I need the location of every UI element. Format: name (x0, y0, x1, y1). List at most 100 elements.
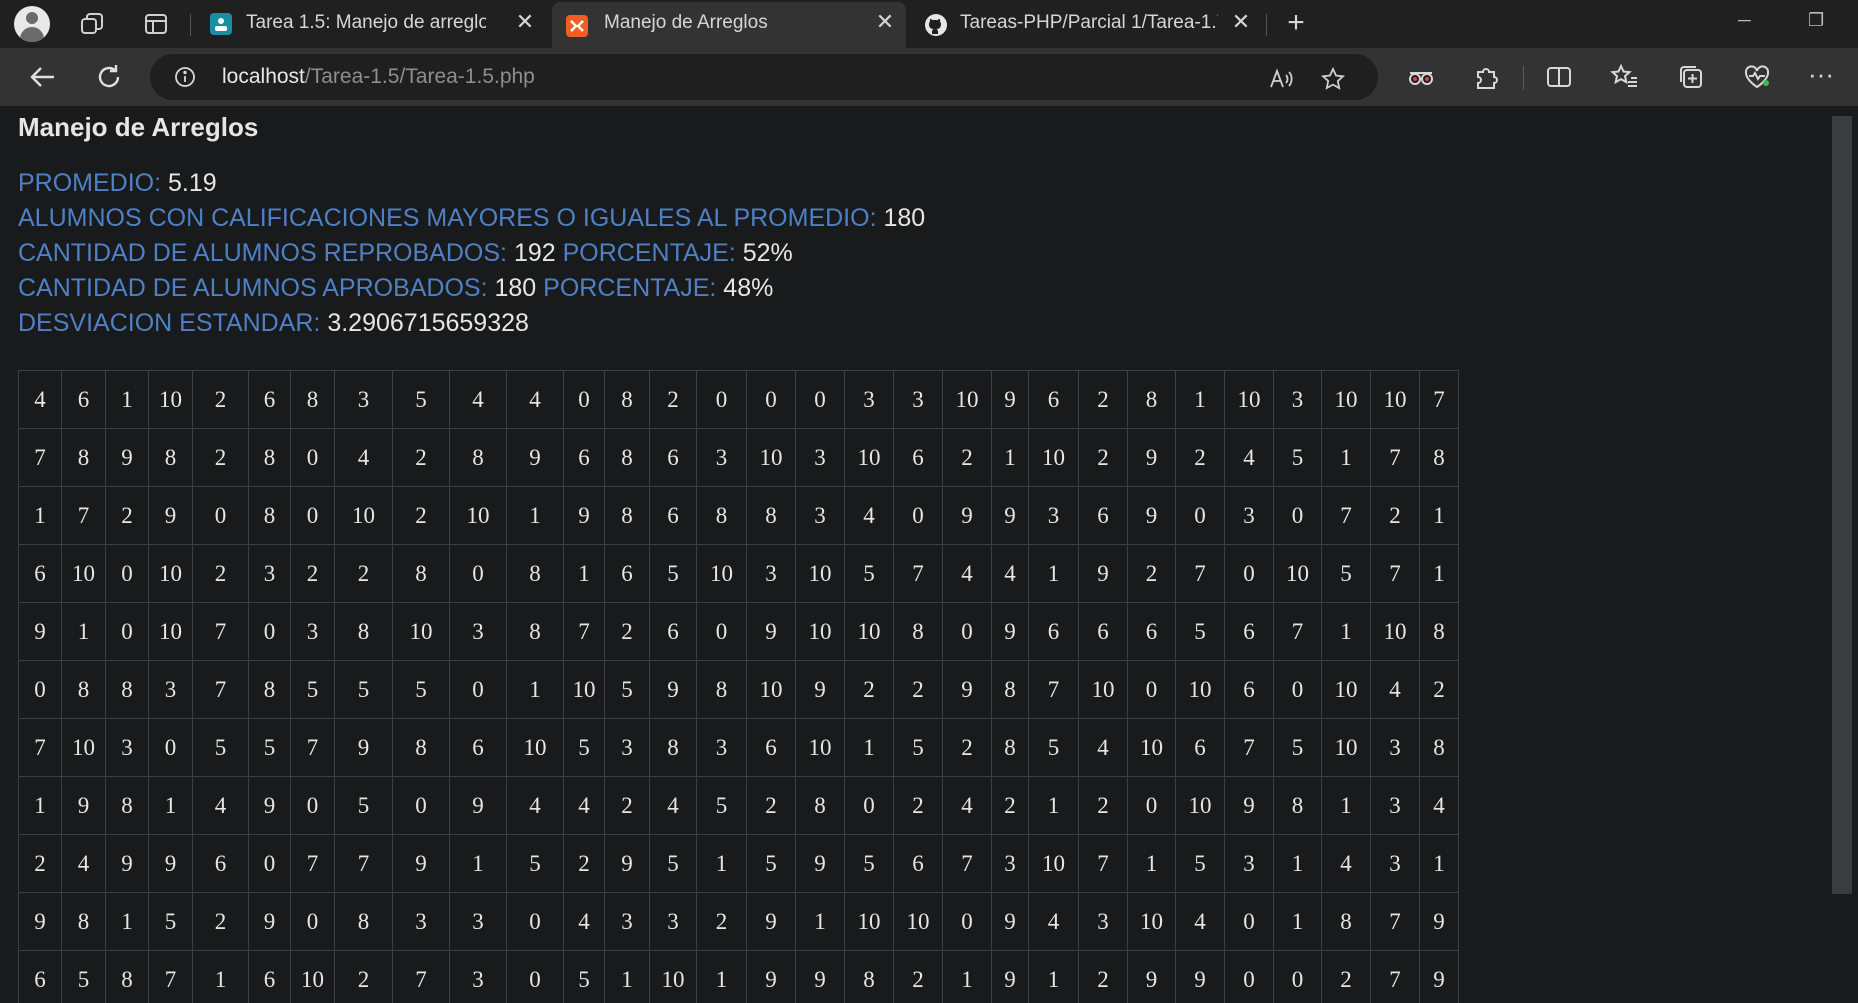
grade-cell: 6 (649, 486, 697, 545)
grade-cell: 5 (1028, 718, 1079, 777)
grade-cell: 1 (1419, 486, 1459, 545)
grade-cell: 0 (1224, 950, 1274, 1003)
restore-icon[interactable]: ❐ (1808, 10, 1824, 31)
grade-cell: 8 (105, 660, 149, 719)
tab-classroom[interactable]: Tarea 1.5: Manejo de arreglos. ✕ (196, 0, 546, 48)
favorites-icon[interactable] (1610, 62, 1640, 92)
split-screen-icon[interactable] (1544, 62, 1574, 92)
grade-cell: 9 (746, 602, 796, 661)
grade-cell: 4 (1028, 892, 1079, 951)
read-aloud-icon[interactable] (1268, 66, 1294, 92)
grade-cell: 8 (334, 602, 393, 661)
grade-cell: 2 (334, 950, 393, 1003)
tab-manejo-arreglos[interactable]: Manejo de Arreglos ✕ (552, 2, 906, 48)
grade-cell: 5 (649, 544, 697, 603)
url-text[interactable]: localhost/Tarea-1.5/Tarea-1.5.php (222, 65, 535, 89)
tab-title: Manejo de Arreglos (604, 12, 768, 33)
tab-github[interactable]: Tareas-PHP/Parcial 1/Tarea-1.7/st ✕ (910, 0, 1266, 48)
grade-cell: 2 (1321, 950, 1371, 1003)
grade-cell: 1 (1321, 602, 1371, 661)
grade-cell: 10 (334, 486, 393, 545)
address-bar[interactable]: localhost/Tarea-1.5/Tarea-1.5.php (150, 54, 1378, 100)
more-options-icon[interactable]: ··· (1808, 61, 1838, 92)
grade-cell: 9 (248, 776, 291, 835)
grade-cell: 1 (1127, 834, 1176, 893)
close-tab-icon[interactable]: ✕ (514, 11, 536, 33)
grade-cell: 9 (991, 892, 1029, 951)
grade-cell: 5 (334, 660, 393, 719)
browser-essentials-icon[interactable] (1742, 62, 1772, 92)
grade-cell: 0 (506, 950, 564, 1003)
grade-cell: 8 (248, 660, 291, 719)
grade-cell: 1 (604, 950, 650, 1003)
grade-cell: 3 (844, 370, 894, 429)
grade-cell: 3 (392, 892, 450, 951)
url-host: localhost (222, 65, 305, 88)
grade-cell: 2 (893, 950, 943, 1003)
grade-cell: 1 (506, 660, 564, 719)
grade-cell: 3 (1370, 718, 1420, 777)
grade-cell: 4 (61, 834, 106, 893)
table-row: 6 5 8 7 1 6 10 2 7 3 0 5 1 10 1 9 9 8 2 1 9 1 2 9 9 0 0 2 7 9 (18, 950, 1459, 1003)
grade-cell: 10 (649, 950, 697, 1003)
refresh-icon[interactable] (92, 60, 126, 94)
profile-avatar-icon[interactable] (14, 6, 50, 42)
grade-cell: 2 (1078, 428, 1128, 487)
site-info-icon[interactable] (174, 66, 196, 88)
grade-cell: 2 (1078, 950, 1128, 1003)
grade-cell: 5 (844, 834, 894, 893)
reprobados-line: CANTIDAD DE ALUMNOS REPROBADOS: 192 PORC… (18, 236, 925, 271)
grade-cell: 10 (746, 428, 796, 487)
mayores-value: 180 (883, 204, 926, 232)
grade-cell: 9 (1419, 892, 1459, 951)
grade-cell: 7 (148, 950, 193, 1003)
grade-cell: 4 (1370, 660, 1420, 719)
favorite-star-icon[interactable] (1320, 66, 1346, 92)
aprobados-line: CANTIDAD DE ALUMNOS APROBADOS: 180 PORCE… (18, 271, 925, 306)
grade-cell: 1 (795, 892, 845, 951)
minimize-icon[interactable]: ─ (1738, 10, 1751, 31)
grade-cell: 3 (148, 660, 193, 719)
grade-cell: 2 (649, 370, 697, 429)
back-icon[interactable] (26, 60, 60, 94)
grade-cell: 8 (991, 660, 1029, 719)
grade-cell: 2 (746, 776, 796, 835)
grade-cell: 0 (290, 428, 335, 487)
grade-cell: 3 (795, 428, 845, 487)
grade-cell: 5 (290, 660, 335, 719)
grade-cell: 10 (1078, 660, 1128, 719)
grade-cell: 5 (506, 834, 564, 893)
grade-cell: 9 (795, 834, 845, 893)
grade-cell: 0 (18, 660, 62, 719)
table-row: 1 7 2 9 0 8 0 10 2 10 1 9 8 6 8 8 3 4 0 9 9 3 6 9 0 3 0 7 2 1 (18, 486, 1459, 545)
grade-cell: 7 (1175, 544, 1225, 603)
grade-cell: 7 (1273, 602, 1322, 661)
grade-cell: 4 (449, 370, 507, 429)
reprobados-pct-label: PORCENTAJE: (562, 239, 736, 267)
grade-cell: 2 (893, 660, 943, 719)
grade-cell: 10 (844, 428, 894, 487)
reprobados-pct-value: 52% (742, 239, 793, 267)
workspaces-icon[interactable] (78, 10, 106, 38)
grade-cell: 3 (449, 602, 507, 661)
close-tab-icon[interactable]: ✕ (1230, 11, 1252, 33)
vertical-tabs-icon[interactable] (142, 10, 170, 38)
grade-cell: 0 (696, 602, 747, 661)
glasses-extension-icon[interactable] (1406, 62, 1436, 92)
collections-icon[interactable] (1676, 62, 1706, 92)
grade-cell: 0 (1175, 486, 1225, 545)
grade-cell: 5 (1175, 834, 1225, 893)
grade-cell: 5 (649, 834, 697, 893)
grade-cell: 3 (1028, 486, 1079, 545)
new-tab-button[interactable]: + (1280, 8, 1312, 40)
grade-cell: 2 (1370, 486, 1420, 545)
scrollbar[interactable] (1832, 116, 1852, 894)
grade-cell: 6 (746, 718, 796, 777)
close-tab-icon[interactable]: ✕ (874, 11, 896, 33)
grade-cell: 0 (1273, 486, 1322, 545)
grade-cell: 2 (696, 892, 747, 951)
extensions-icon[interactable] (1472, 62, 1502, 92)
grade-cell: 0 (449, 544, 507, 603)
grade-cell: 8 (449, 428, 507, 487)
tab-bar: Tarea 1.5: Manejo de arreglos. ✕ Manejo … (0, 0, 1858, 48)
